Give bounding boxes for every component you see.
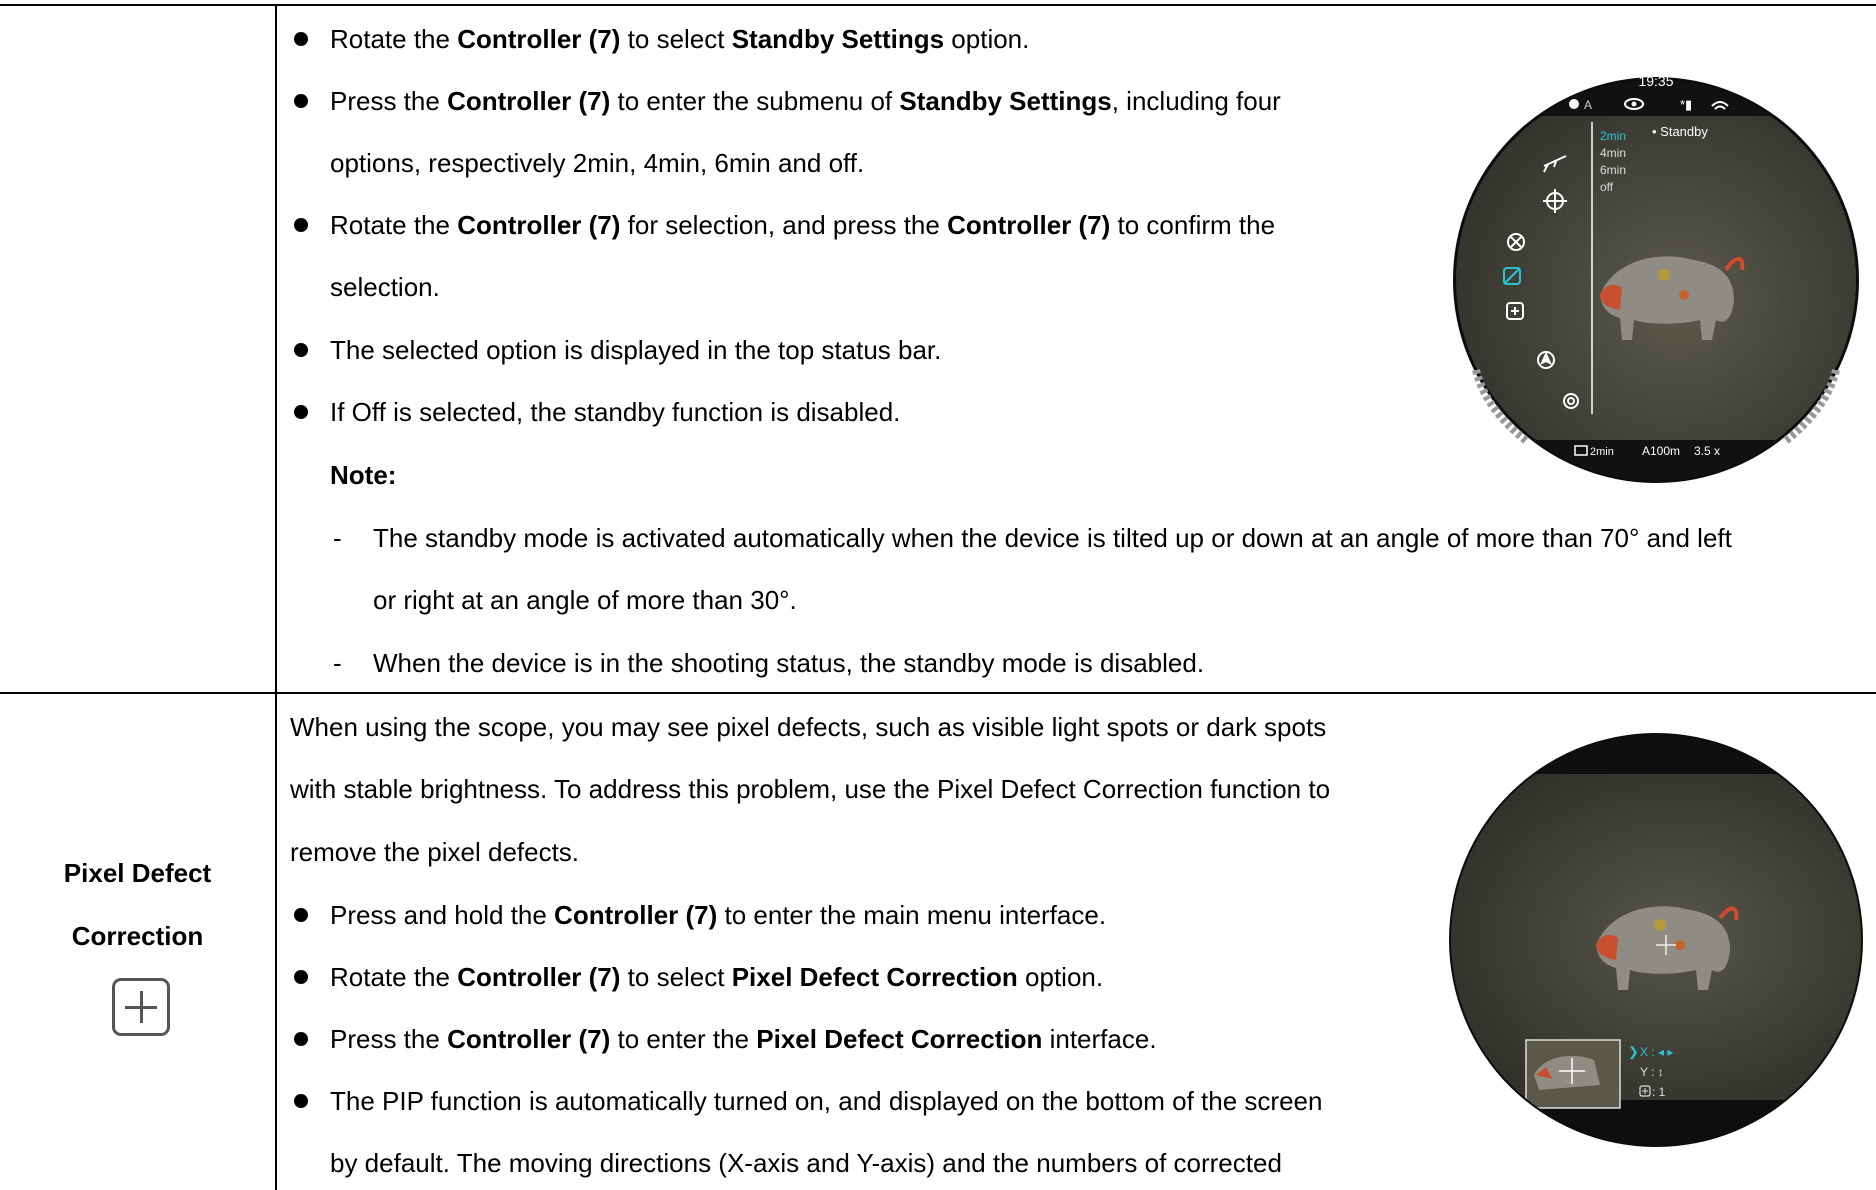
pixel-step-2: Rotate the Controller (7) to select Pixe… — [330, 962, 1104, 992]
pixel-correction-screenshot: ❯ X : ◂ ▸ Y : ↕ : 1 — [1449, 733, 1863, 1147]
svg-text:2min: 2min — [1590, 446, 1614, 458]
pixel-step-1: Press and hold the Controller (7) to ent… — [330, 900, 1107, 930]
bullet-icon — [294, 405, 308, 419]
bullet-icon — [294, 970, 308, 984]
pixel-intro-2: with stable brightness. To address this … — [290, 774, 1331, 804]
pixel-step-4-cont: by default. The moving directions (X-axi… — [330, 1148, 1282, 1178]
standby-step-4: The selected option is displayed in the … — [330, 335, 942, 365]
svg-text:: 1: : 1 — [1652, 1085, 1666, 1099]
pixel-intro-1: When using the scope, you may see pixel … — [290, 712, 1327, 742]
bullet-icon — [294, 94, 308, 108]
svg-text:❯: ❯ — [1628, 1044, 1639, 1060]
svg-text:• Standby: • Standby — [1652, 124, 1708, 139]
note-dash: - — [333, 523, 342, 553]
svg-text:19:35: 19:35 — [1638, 73, 1673, 89]
bullet-icon — [294, 218, 308, 232]
pixel-step-4: The PIP function is automatically turned… — [330, 1086, 1323, 1116]
svg-text:4min: 4min — [1600, 146, 1626, 160]
pixel-step-3: Press the Controller (7) to enter the Pi… — [330, 1024, 1157, 1054]
bullet-icon — [294, 32, 308, 46]
standby-menu-screenshot: 19:35 A *▮ • Standby 2min 4min 6min off … — [1453, 73, 1859, 483]
bullet-icon — [294, 1094, 308, 1108]
table-top-border — [0, 4, 1876, 6]
svg-text:6min: 6min — [1600, 163, 1626, 177]
note-dash: - — [333, 648, 342, 678]
note-1-cont: or right at an angle of more than 30°. — [373, 585, 797, 615]
standby-step-5: If Off is selected, the standby function… — [330, 397, 901, 427]
note-1: The standby mode is activated automatica… — [373, 523, 1732, 553]
manual-page: Rotate the Controller (7) to select Stan… — [0, 0, 1876, 1190]
standby-step-3: Rotate the Controller (7) for selection,… — [330, 210, 1276, 240]
svg-text:*▮: *▮ — [1680, 97, 1692, 112]
table-row-divider — [0, 692, 1876, 694]
bullet-icon — [294, 343, 308, 357]
bullet-icon — [294, 1032, 308, 1046]
svg-text:X : ◂ ▸: X : ◂ ▸ — [1640, 1045, 1673, 1059]
standby-step-2: Press the Controller (7) to enter the su… — [330, 86, 1281, 116]
svg-text:A: A — [1584, 98, 1592, 112]
note-label: Note: — [330, 460, 397, 490]
standby-step-2-cont: options, respectively 2min, 4min, 6min a… — [330, 148, 865, 178]
pixel-correction-icon — [112, 978, 170, 1036]
pixel-intro-3: remove the pixel defects. — [290, 837, 580, 867]
svg-text:A100m: A100m — [1642, 444, 1680, 458]
standby-step-1: Rotate the Controller (7) to select Stan… — [330, 24, 1030, 54]
svg-text:Y : ↕: Y : ↕ — [1640, 1065, 1664, 1079]
svg-text:3.5 x: 3.5 x — [1694, 444, 1720, 458]
pixel-defect-label-cont: Correction — [71, 921, 204, 951]
bullet-icon — [294, 908, 308, 922]
table-column-divider — [275, 5, 277, 1190]
standby-step-3-cont: selection. — [330, 272, 440, 302]
pixel-defect-label: Pixel Defect — [63, 858, 212, 888]
svg-text:2min: 2min — [1600, 129, 1626, 143]
note-2: When the device is in the shooting statu… — [373, 648, 1205, 678]
svg-text:off: off — [1600, 180, 1614, 194]
